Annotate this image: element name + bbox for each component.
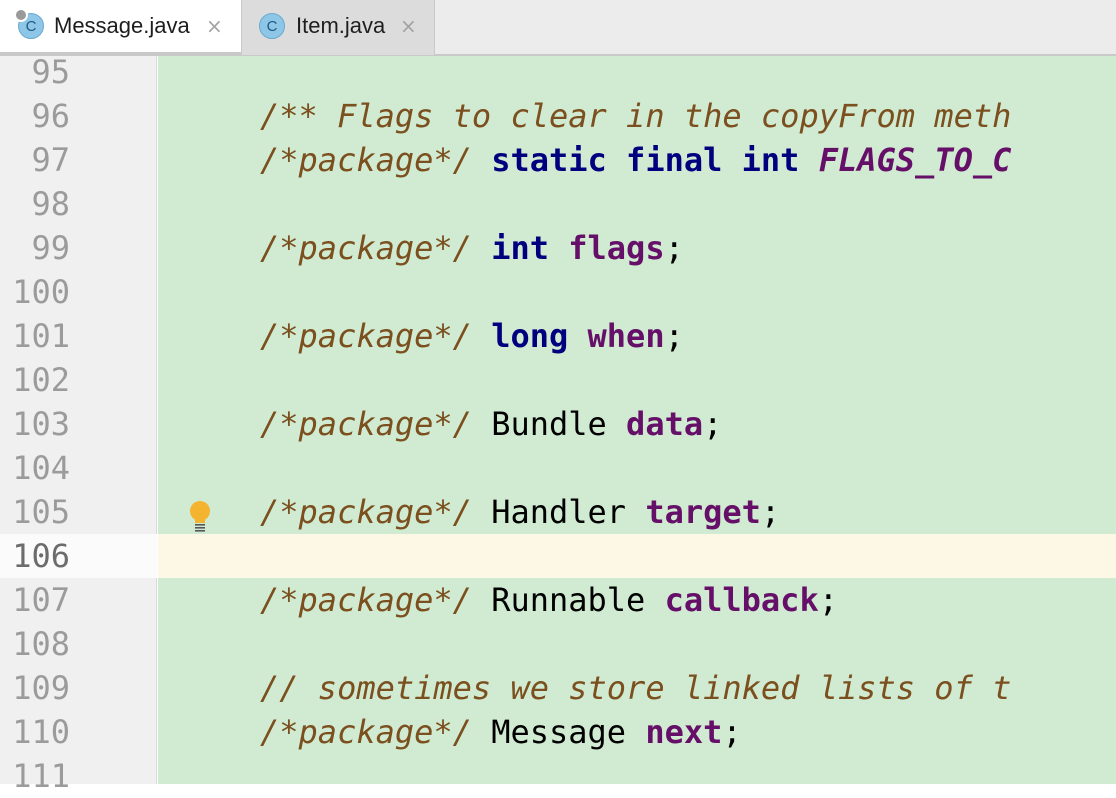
line-number: 111 — [12, 757, 70, 795]
code-token-cst: FLAGS_TO_C — [818, 141, 1012, 179]
code-line[interactable]: 96 /** Flags to clear in the copyFrom met… — [0, 94, 1116, 138]
code-text: /*package*/ long when; — [260, 314, 684, 358]
code-token-cmt: /*package*/ — [260, 581, 472, 619]
code-token-plain: ; — [818, 581, 838, 619]
line-number: 110 — [12, 713, 70, 751]
code-text: /*package*/ Handler target; — [260, 490, 780, 534]
line-number: 106 — [12, 537, 70, 575]
code-line[interactable]: 110 /*package*/ Message next; — [0, 710, 1116, 754]
intention-bulb-icon[interactable] — [188, 500, 212, 532]
tab-label: Message.java — [54, 13, 190, 38]
line-number: 100 — [12, 273, 70, 311]
code-text: // sometimes we store linked lists of t — [260, 666, 1011, 710]
code-line[interactable]: 107 /*package*/ Runnable callback; — [0, 578, 1116, 622]
code-editor[interactable]: 95 96 /** Flags to clear in the copyFrom m… — [0, 53, 1116, 795]
code-line[interactable]: 98 — [0, 182, 1116, 226]
code-token-cmt: /*package*/ — [260, 141, 472, 179]
code-token-plain: ; — [722, 713, 742, 751]
line-number: 102 — [12, 361, 70, 399]
code-line[interactable]: 105 /*package*/ Handler target; — [0, 490, 1116, 534]
code-token-fld: callback — [664, 581, 819, 619]
line-number: 104 — [12, 449, 70, 487]
code-token-plain: Bundle — [471, 405, 627, 443]
code-token-fld: when — [587, 317, 665, 355]
code-token-plain: ; — [664, 317, 684, 355]
code-line[interactable]: 101 /*package*/ long when; — [0, 314, 1116, 358]
code-token-cmt: /*package*/ — [260, 317, 472, 355]
line-number: 109 — [12, 669, 70, 707]
line-number: 105 — [12, 493, 70, 531]
code-text: /*package*/ static final int FLAGS_TO_C — [260, 138, 1011, 182]
code-token-cmt: /*package*/ — [260, 405, 472, 443]
code-token-fld: flags — [568, 229, 665, 267]
editor-tab-bar: C Message.java × C Item.java × — [0, 0, 1116, 56]
line-number: 108 — [12, 625, 70, 663]
line-number: 107 — [12, 581, 70, 619]
code-token-cmt: /*package*/ — [260, 493, 472, 531]
code-line[interactable]: 100 — [0, 270, 1116, 314]
code-line[interactable]: 103 /*package*/ Bundle data; — [0, 402, 1116, 446]
code-text: /*package*/ Runnable callback; — [260, 578, 838, 622]
code-text: /*package*/ Bundle data; — [260, 402, 722, 446]
code-token-plain: ; — [703, 405, 723, 443]
code-token-kw: static final int — [491, 141, 800, 179]
line-number: 101 — [12, 317, 70, 355]
code-token-fld: target — [645, 493, 761, 531]
tab-item-java[interactable]: C Item.java × — [242, 0, 435, 55]
code-token-kw: long — [491, 317, 569, 355]
line-number: 96 — [31, 97, 70, 135]
class-icon: C — [259, 13, 285, 39]
code-line[interactable]: 111 — [0, 754, 1116, 798]
code-token-cmt: // sometimes we store linked lists of t — [260, 669, 1012, 707]
modified-marker-icon — [14, 8, 28, 22]
tab-message-java[interactable]: C Message.java × — [0, 0, 242, 55]
line-number: 98 — [31, 185, 70, 223]
code-line[interactable]: 108 — [0, 622, 1116, 666]
code-text: /*package*/ Message next; — [260, 710, 742, 754]
code-token-plain: Handler — [471, 493, 646, 531]
code-token-fld: next — [645, 713, 723, 751]
code-token-cmt: /*package*/ — [260, 713, 472, 751]
code-text: /*package*/ int flags; — [260, 226, 684, 270]
line-number: 103 — [12, 405, 70, 443]
code-token-plain: Message — [471, 713, 646, 751]
code-token-cmt: /*package*/ — [260, 229, 472, 267]
close-icon[interactable]: × — [206, 14, 223, 38]
code-token-plain: Runnable — [471, 581, 665, 619]
code-line[interactable]: 104 — [0, 446, 1116, 490]
code-line[interactable]: 99 /*package*/ int flags; — [0, 226, 1116, 270]
code-line[interactable]: 106 — [0, 534, 1116, 578]
code-token-fld: data — [626, 405, 704, 443]
code-line[interactable]: 102 — [0, 358, 1116, 402]
line-number: 95 — [31, 53, 70, 91]
code-text: /** Flags to clear in the copyFrom meth — [260, 94, 1011, 138]
close-icon[interactable]: × — [400, 14, 417, 38]
line-number: 99 — [31, 229, 70, 267]
line-number: 97 — [31, 141, 70, 179]
code-token-plain: ; — [664, 229, 684, 267]
tab-label: Item.java — [296, 13, 386, 38]
current-line-highlight — [158, 534, 1116, 578]
code-token-plain: ; — [760, 493, 781, 531]
code-line[interactable]: 109 // sometimes we store linked lists of… — [0, 666, 1116, 710]
code-line[interactable]: 95 — [0, 50, 1116, 94]
code-line[interactable]: 97 /*package*/ static final int FLAGS_TO_… — [0, 138, 1116, 182]
code-token-kw: int — [491, 229, 549, 267]
code-token-cmt: /** Flags to clear in the copyFrom meth — [260, 97, 1012, 135]
